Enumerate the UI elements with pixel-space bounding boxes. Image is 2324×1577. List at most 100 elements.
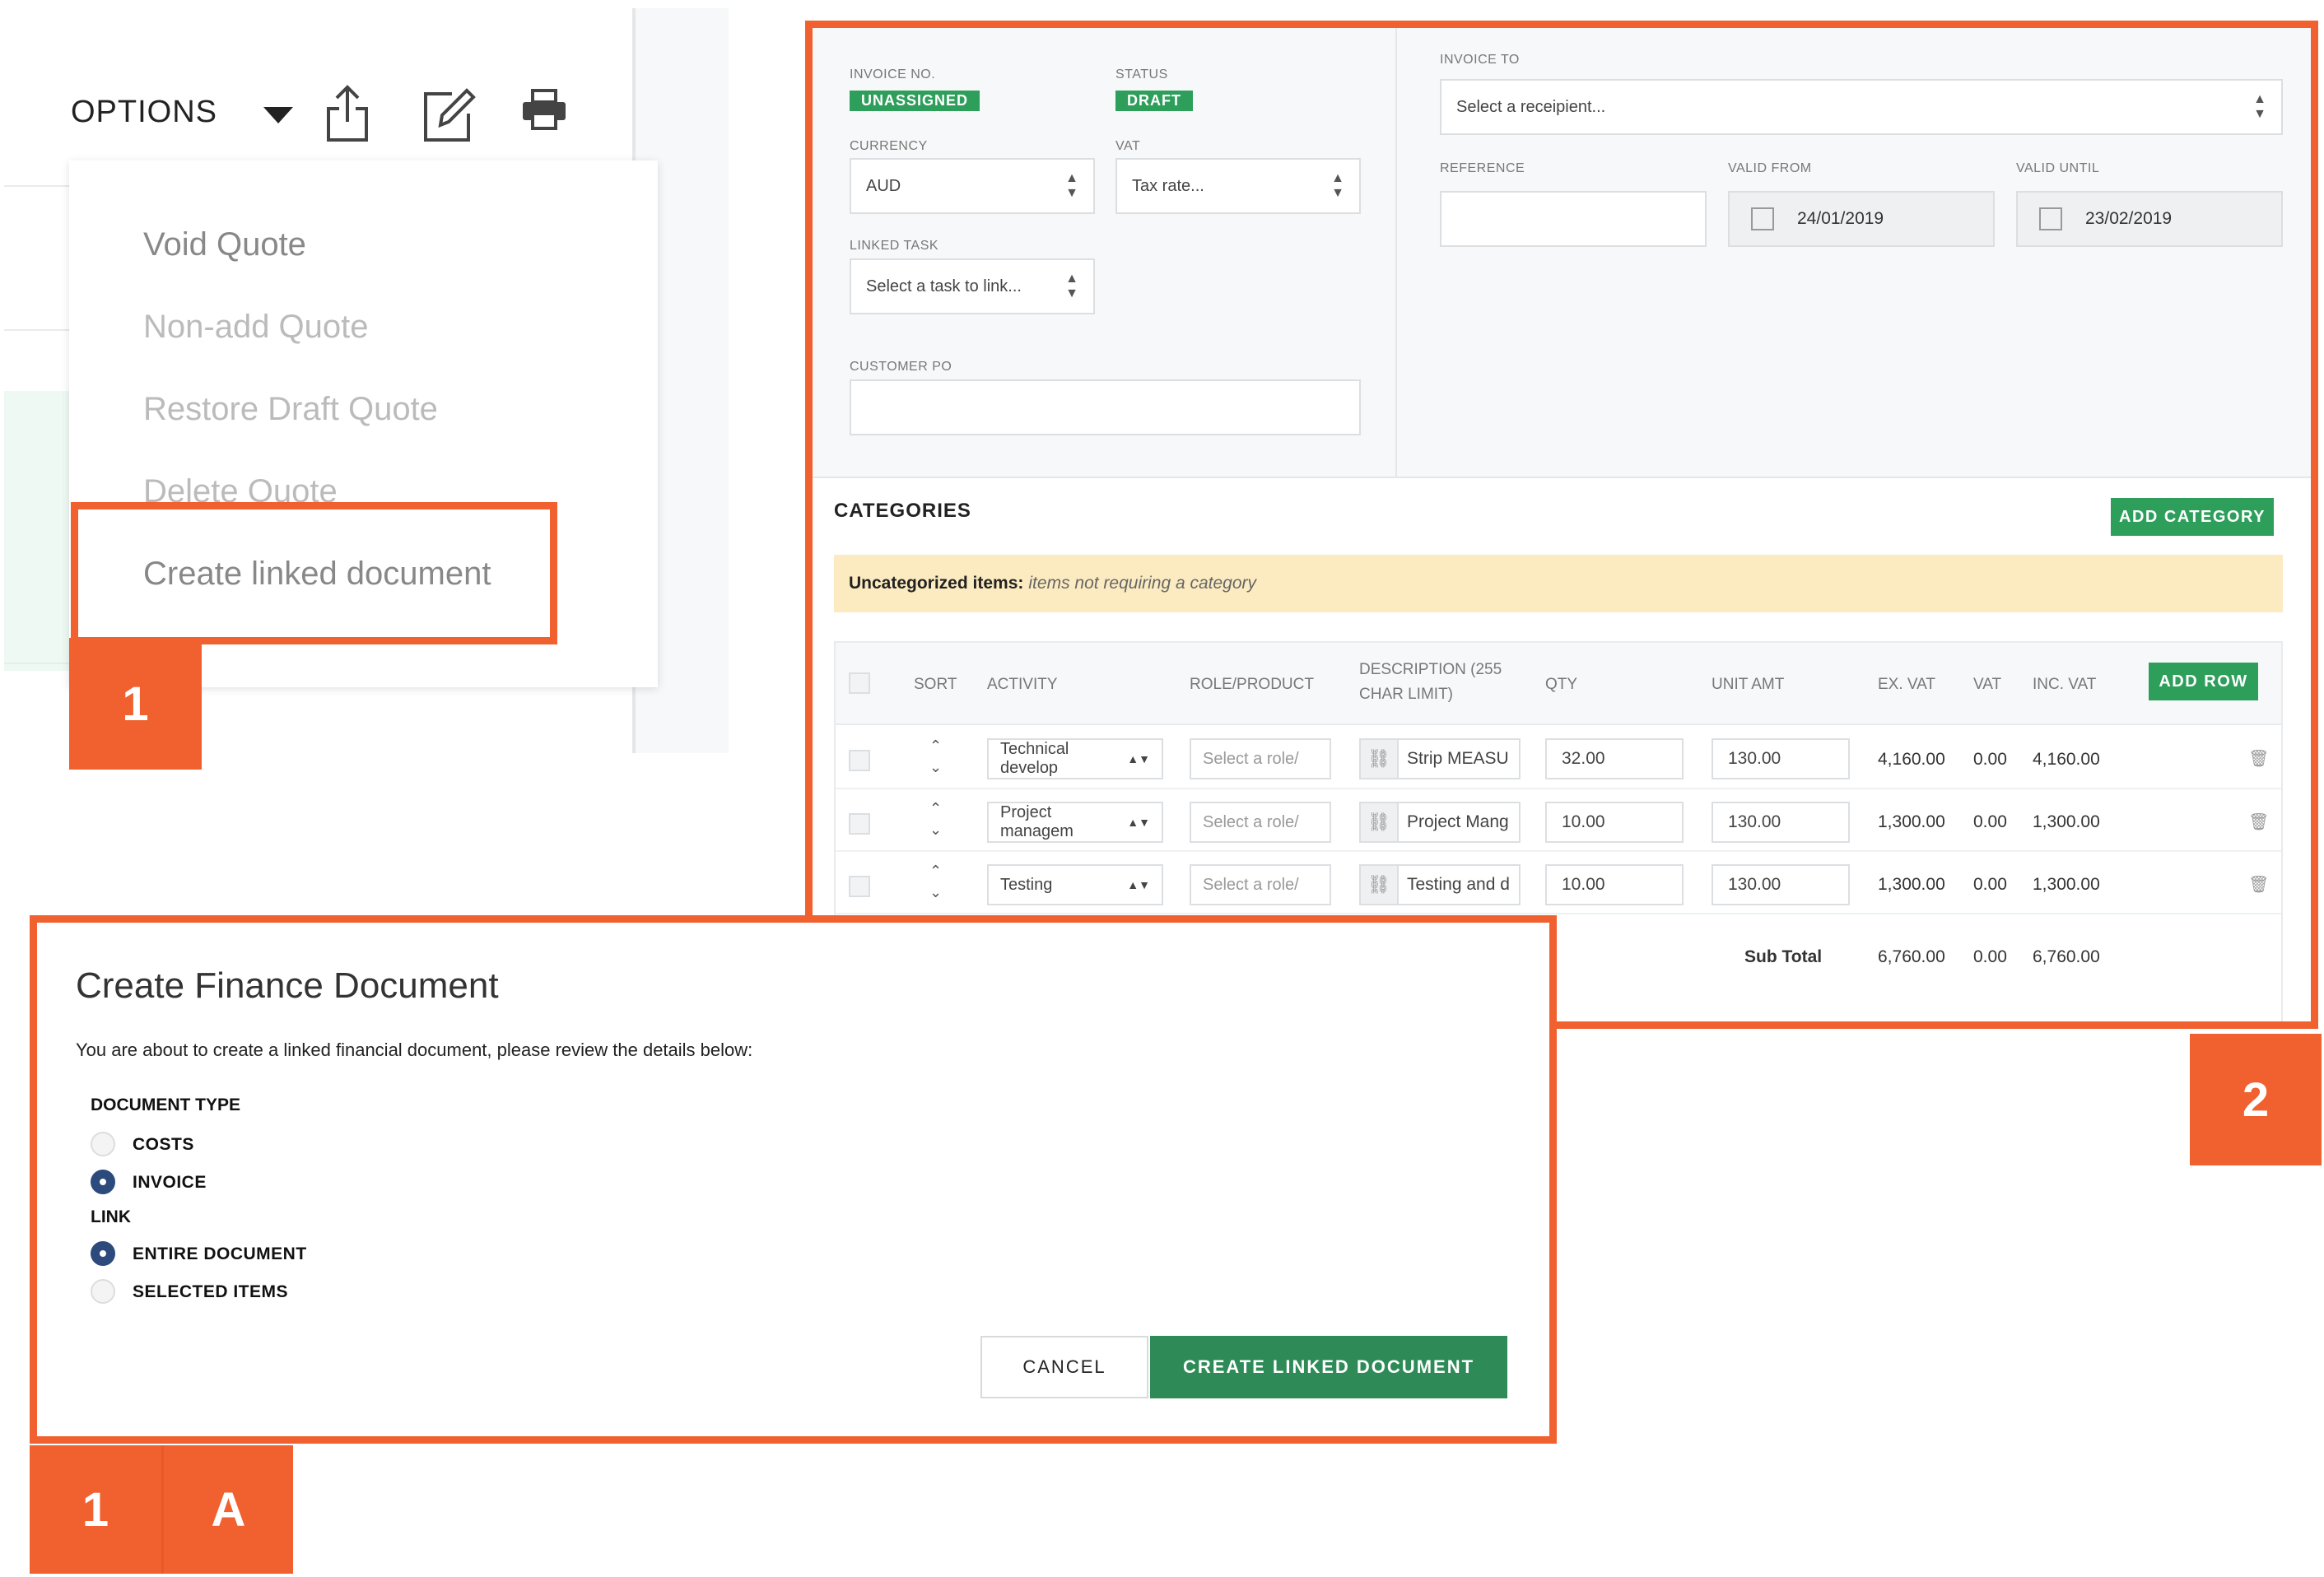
qty-input[interactable]: 10.00 [1545, 802, 1684, 843]
vat-value: 0.00 [1973, 750, 2007, 769]
step-badge-1: 1 [69, 638, 202, 770]
edit-icon[interactable] [422, 86, 477, 143]
role-select[interactable]: Select a role/ [1190, 738, 1331, 779]
link-icon[interactable]: ⛓ [1359, 864, 1399, 905]
vat-select[interactable]: Tax rate... ▲ ▼ [1115, 158, 1361, 214]
qty-input[interactable]: 32.00 [1545, 738, 1684, 779]
invoice-to-value: Select a receipient... [1456, 97, 1606, 116]
menu-item-void-quote[interactable]: Void Quote [143, 226, 306, 263]
description-input[interactable]: Strip MEASU [1397, 738, 1521, 779]
document-type-label: DOCUMENT TYPE [91, 1096, 241, 1114]
select-arrows-icon: ▲▼ [1127, 816, 1150, 829]
linked-task-select[interactable]: Select a task to link... ▲ ▼ [850, 258, 1095, 314]
invoice-to-select[interactable]: Select a receipient... ▲ ▼ [1440, 79, 2283, 135]
step-badge-1a-letter: A [161, 1445, 293, 1574]
select-arrows-icon: ▲▼ [1065, 171, 1078, 200]
col-activity: ACTIVITY [987, 676, 1058, 693]
valid-until-input[interactable]: 23/02/2019 [2016, 191, 2283, 247]
subtotal-ex-vat: 6,760.00 [1878, 947, 1945, 966]
status-label: STATUS [1115, 67, 1168, 81]
valid-from-value: 24/01/2019 [1797, 209, 1884, 228]
linked-task-label: LINKED TASK [850, 239, 939, 253]
select-all-checkbox[interactable] [849, 672, 870, 694]
activity-value: Technical develop [1000, 740, 1069, 777]
currency-label: CURRENCY [850, 139, 928, 153]
menu-item-non-add-quote[interactable]: Non-add Quote [143, 309, 369, 346]
role-value: Select a role/ [1203, 749, 1299, 768]
uncategorized-banner: Uncategorized items: items not requiring… [834, 555, 2283, 612]
activity-select[interactable]: Testing ▲▼ [987, 864, 1163, 905]
inc-vat-value: 4,160.00 [2033, 750, 2100, 769]
role-value: Select a role/ [1203, 812, 1299, 831]
menu-item-restore-draft-quote[interactable]: Restore Draft Quote [143, 391, 438, 428]
sort-arrows-icon[interactable]: ⌃ ⌄ [929, 798, 942, 840]
sort-arrows-icon[interactable]: ⌃ ⌄ [929, 860, 942, 903]
col-role: ROLE/PRODUCT [1190, 676, 1314, 693]
subtotal-label: Sub Total [1744, 947, 1823, 966]
ex-vat-value: 1,300.00 [1878, 875, 1945, 894]
currency-select[interactable]: AUD ▲ ▼ [850, 158, 1095, 214]
col-ex-vat: EX. VAT [1878, 676, 1936, 693]
activity-select[interactable]: Project managem ▲▼ [987, 802, 1163, 843]
row-checkbox[interactable] [849, 876, 870, 897]
cancel-button[interactable]: CANCEL [980, 1336, 1148, 1398]
section-divider [813, 477, 2311, 478]
unit-amt-input[interactable]: 130.00 [1712, 802, 1850, 843]
radio-costs[interactable] [91, 1132, 115, 1156]
status-badge: DRAFT [1115, 91, 1193, 111]
valid-from-input[interactable]: 24/01/2019 [1728, 191, 1995, 247]
create-linked-document-button[interactable]: CREATE LINKED DOCUMENT [1150, 1336, 1507, 1398]
col-sort: SORT [914, 676, 957, 693]
customer-po-label: CUSTOMER PO [850, 360, 952, 374]
select-arrows-icon: ▲▼ [1065, 272, 1078, 300]
ex-vat-value: 4,160.00 [1878, 750, 1945, 769]
radio-selected-items[interactable] [91, 1279, 115, 1304]
link-icon[interactable]: ⛓ [1359, 738, 1399, 779]
select-arrows-icon: ▲▼ [2253, 92, 2266, 121]
qty-input[interactable]: 10.00 [1545, 864, 1684, 905]
options-dropdown-label[interactable]: OPTIONS [71, 95, 217, 130]
currency-value: AUD [866, 176, 901, 195]
invoice-to-label: INVOICE TO [1440, 53, 1520, 67]
add-category-button[interactable]: ADD CATEGORY [2111, 498, 2274, 536]
link-icon[interactable]: ⛓ [1359, 802, 1399, 843]
role-select[interactable]: Select a role/ [1190, 864, 1331, 905]
chevron-down-icon[interactable] [263, 107, 293, 123]
customer-po-input[interactable] [850, 379, 1361, 435]
uncategorized-note: items not requiring a category [1028, 574, 1257, 593]
reference-input[interactable] [1440, 191, 1707, 247]
invoice-no-label: INVOICE NO. [850, 67, 936, 81]
sort-arrows-icon[interactable]: ⌃ ⌄ [929, 735, 942, 778]
radio-invoice[interactable] [91, 1170, 115, 1194]
dialog-intro: You are about to create a linked financi… [76, 1040, 753, 1060]
trash-icon[interactable]: 🗑 [2248, 812, 2269, 832]
subtotal-inc-vat: 6,760.00 [2033, 947, 2100, 966]
role-select[interactable]: Select a role/ [1190, 802, 1331, 843]
col-qty: QTY [1545, 676, 1578, 693]
activity-select[interactable]: Technical develop ▲▼ [987, 738, 1163, 779]
description-input[interactable]: Testing and d [1397, 864, 1521, 905]
col-description-limit: CHAR LIMIT) [1359, 686, 1453, 703]
row-checkbox[interactable] [849, 813, 870, 835]
inc-vat-value: 1,300.00 [2033, 812, 2100, 831]
description-input[interactable]: Project Mang [1397, 802, 1521, 843]
radio-entire-document-label: ENTIRE DOCUMENT [133, 1244, 307, 1263]
radio-selected-items-label: SELECTED ITEMS [133, 1282, 289, 1301]
select-arrows-icon: ▲▼ [1127, 752, 1150, 765]
share-icon[interactable] [325, 84, 370, 143]
add-row-button[interactable]: ADD ROW [2149, 663, 2258, 700]
print-icon[interactable] [521, 89, 567, 130]
radio-entire-document[interactable] [91, 1241, 115, 1266]
vat-value: Tax rate... [1132, 176, 1204, 195]
activity-value: Project managem [1000, 803, 1074, 840]
inc-vat-value: 1,300.00 [2033, 875, 2100, 894]
unit-amt-input[interactable]: 130.00 [1712, 864, 1850, 905]
invoice-no-badge: UNASSIGNED [850, 91, 980, 111]
col-unit-amt: UNIT AMT [1712, 676, 1785, 693]
row-checkbox[interactable] [849, 750, 870, 771]
unit-amt-input[interactable]: 130.00 [1712, 738, 1850, 779]
trash-icon[interactable]: 🗑 [2248, 874, 2269, 895]
valid-until-value: 23/02/2019 [2085, 209, 2173, 228]
select-arrows-icon: ▲▼ [1127, 878, 1150, 891]
trash-icon[interactable]: 🗑 [2248, 748, 2269, 769]
